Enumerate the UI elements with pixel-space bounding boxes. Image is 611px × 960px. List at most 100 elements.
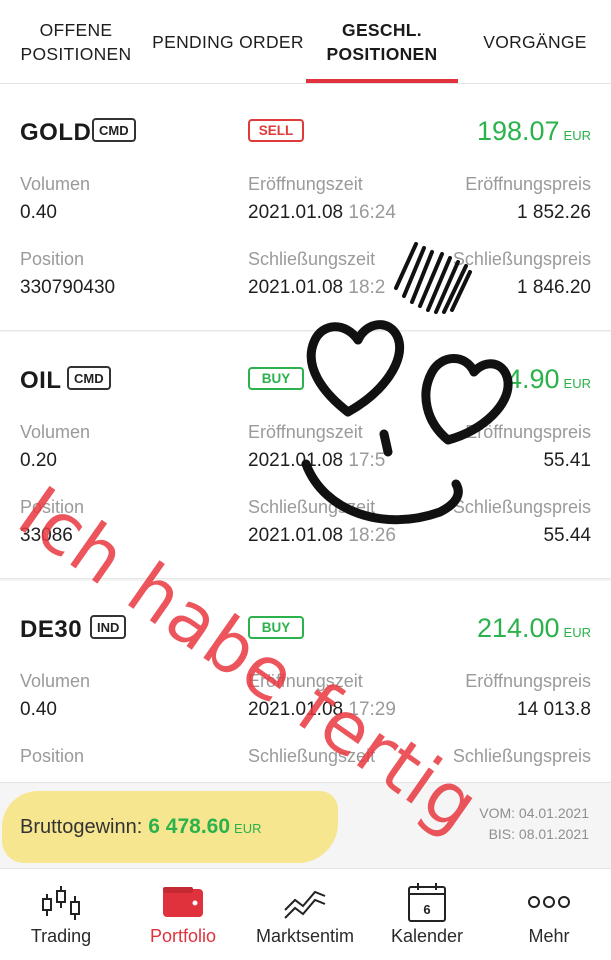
volume-label: Volumen xyxy=(20,422,91,442)
instrument-type-badge: IND xyxy=(90,615,127,639)
close-clock: 18:2 xyxy=(348,277,386,298)
nav-more[interactable]: Mehr xyxy=(488,869,610,960)
close-date: 2021.01.08 xyxy=(248,277,344,298)
calendar-icon: 6 xyxy=(405,879,449,925)
close-date: 2021.01.08 xyxy=(248,525,344,546)
nav-market-sentiment[interactable]: Marktsentim xyxy=(244,869,366,960)
market-sentiment-icon xyxy=(283,879,327,925)
candlestick-icon xyxy=(39,879,83,925)
profit-amount: 4.90 xyxy=(506,364,560,394)
position-profit: 214.00 EUR xyxy=(477,613,591,644)
date-to: BIS: 08.01.2021 xyxy=(488,826,589,842)
open-time-value: 2021.01.08 17:29 xyxy=(248,699,396,721)
position-symbol: DE30 xyxy=(20,616,83,643)
gross-profit-currency: EUR xyxy=(234,821,262,836)
position-card-de30[interactable]: DE30 IND BUY 214.00 EUR Volumen 0.40 Erö… xyxy=(0,581,611,782)
open-clock: 16:24 xyxy=(348,202,396,223)
more-dots-icon xyxy=(527,879,571,925)
position-id: 330790430 xyxy=(20,277,116,298)
volume-value: 0.40 xyxy=(20,699,57,720)
tab-closed-positions-line1: GESCHL. xyxy=(342,20,422,40)
position-id: 33086 xyxy=(20,525,73,546)
tab-open-positions[interactable]: OFFENE POSITIONEN xyxy=(6,0,146,84)
open-time-label: Eröffnungszeit xyxy=(248,422,363,442)
wallet-icon xyxy=(161,879,205,925)
open-time-value: 2021.01.08 16:24 xyxy=(248,202,396,224)
summary-bar: Bruttogewinn: 6 478.60 EUR VOM: 04.01.20… xyxy=(0,782,611,868)
open-price-value: 1 852.26 xyxy=(517,202,591,223)
profit-currency: EUR xyxy=(563,625,591,640)
date-range[interactable]: VOM: 04.01.2021 BIS: 08.01.2021 xyxy=(479,803,589,845)
profit-amount: 198.07 xyxy=(476,116,560,146)
nav-calendar[interactable]: 6 Kalender xyxy=(366,869,488,960)
gross-profit-label: Bruttogewinn: xyxy=(20,816,143,838)
open-price-label: Eröffnungspreis xyxy=(465,671,591,691)
position-label: Position xyxy=(20,249,85,269)
open-date: 2021.01.08 xyxy=(248,450,344,471)
profit-currency: EUR xyxy=(563,376,591,391)
volume-value: 0.20 xyxy=(20,450,57,471)
close-price-label: Schließungspreis xyxy=(452,497,591,517)
open-price-label: Eröffnungspreis xyxy=(465,422,591,442)
close-time-value: 2021.01.08 18:2 xyxy=(248,277,385,299)
close-price-value: 1 846.20 xyxy=(517,277,591,298)
instrument-type-badge: CMD xyxy=(67,366,111,390)
nav-portfolio-label: Portfolio xyxy=(149,926,217,946)
profit-amount: 214.00 xyxy=(476,613,560,643)
position-label: Position xyxy=(20,746,85,766)
tab-closed-positions[interactable]: GESCHL. POSITIONEN xyxy=(306,0,458,84)
open-time-label: Eröffnungszeit xyxy=(248,174,363,194)
nav-more-label: Mehr xyxy=(528,926,570,946)
direction-badge-buy: BUY xyxy=(248,616,304,639)
position-symbol: OIL xyxy=(20,367,62,394)
close-time-label: Schließungszeit xyxy=(248,497,376,517)
open-time-label: Eröffnungszeit xyxy=(248,671,363,691)
position-symbol: GOLD xyxy=(20,119,92,146)
open-price-value: 14 013.8 xyxy=(517,699,591,720)
nav-trading[interactable]: Trading xyxy=(0,869,122,960)
profit-currency: EUR xyxy=(563,128,591,143)
position-card-gold[interactable]: GOLD CMD SELL 198.07 EUR Volumen 0.40 Er… xyxy=(0,84,611,331)
closed-positions-list[interactable]: GOLD CMD SELL 198.07 EUR Volumen 0.40 Er… xyxy=(0,84,611,782)
volume-label: Volumen xyxy=(20,174,91,194)
tab-pending-order[interactable]: PENDING ORDER xyxy=(148,0,308,84)
tab-open-positions-line1: OFFENE xyxy=(39,20,113,40)
volume-value: 0.40 xyxy=(20,202,57,223)
direction-badge-buy: BUY xyxy=(248,367,304,390)
tab-transactions[interactable]: VORGÄNGE xyxy=(464,0,606,84)
tab-transactions-label: VORGÄNGE xyxy=(483,32,587,52)
bottom-navigation: Trading Portfolio Marktsentim 6 Kalender… xyxy=(0,868,611,960)
tab-open-positions-line2: POSITIONEN xyxy=(20,44,132,64)
direction-badge-sell: SELL xyxy=(248,119,304,142)
open-date: 2021.01.08 xyxy=(248,699,344,720)
tab-bar: OFFENE POSITIONEN PENDING ORDER GESCHL. PO… xyxy=(0,0,611,84)
close-price-label: Schließungspreis xyxy=(452,746,591,766)
nav-market-sentiment-label: Marktsentim xyxy=(255,926,354,946)
close-time-label: Schließungszeit xyxy=(248,746,376,766)
nav-portfolio[interactable]: Portfolio xyxy=(122,869,244,960)
open-time-value: 2021.01.08 17:5 xyxy=(248,450,385,472)
close-time-value: 2021.01.08 18:26 xyxy=(248,525,396,547)
open-clock: 17:5 xyxy=(348,450,386,471)
position-profit: 198.07 EUR xyxy=(477,116,591,147)
open-clock: 17:29 xyxy=(348,699,396,720)
position-profit: 4.90 EUR xyxy=(507,364,591,395)
position-label: Position xyxy=(20,497,85,517)
position-card-oil[interactable]: OIL CMD BUY 4.90 EUR Volumen 0.20 Eröffn… xyxy=(0,332,611,579)
tab-pending-order-label: PENDING ORDER xyxy=(152,32,304,52)
gross-profit-value: 6 478.60 xyxy=(148,815,231,838)
gross-profit: Bruttogewinn: 6 478.60 EUR xyxy=(20,815,262,839)
nav-trading-label: Trading xyxy=(30,926,92,946)
calendar-day: 6 xyxy=(423,902,430,917)
active-tab-indicator xyxy=(306,79,458,83)
nav-calendar-label: Kalender xyxy=(390,926,464,946)
open-price-value: 55.41 xyxy=(543,450,591,471)
close-clock: 18:26 xyxy=(348,525,396,546)
close-price-label: Schließungspreis xyxy=(452,249,591,269)
tab-closed-positions-line2: POSITIONEN xyxy=(326,44,438,64)
date-from: VOM: 04.01.2021 xyxy=(479,805,589,821)
volume-label: Volumen xyxy=(20,671,91,691)
instrument-type-badge: CMD xyxy=(92,118,136,142)
close-price-value: 55.44 xyxy=(543,525,591,546)
close-time-label: Schließungszeit xyxy=(248,249,376,269)
